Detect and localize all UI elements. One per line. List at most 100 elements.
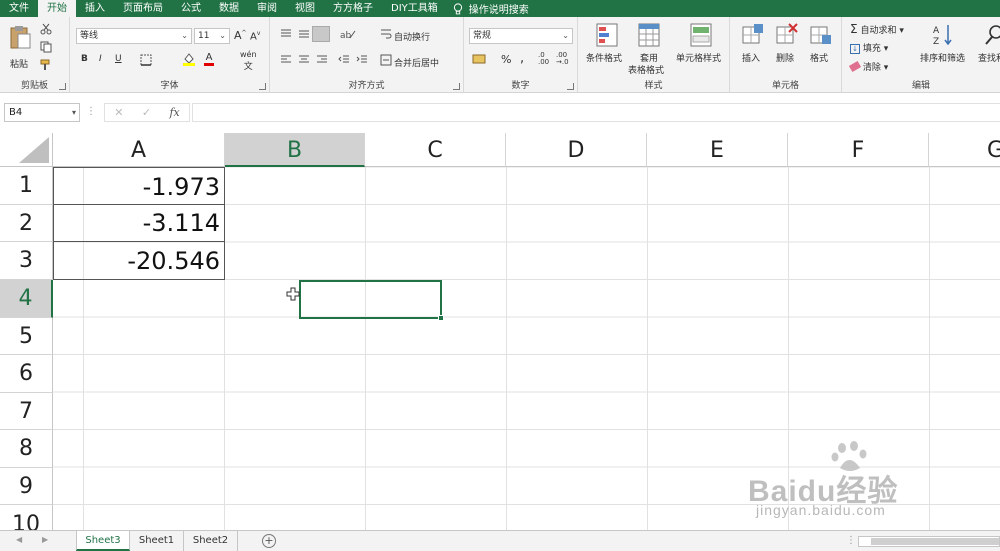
- grow-font-button[interactable]: A^: [234, 29, 247, 42]
- name-box[interactable]: B4 ▾: [4, 103, 80, 122]
- increase-indent-icon[interactable]: [356, 55, 368, 65]
- percent-button[interactable]: %: [501, 53, 511, 66]
- cell-a1[interactable]: -1.973: [53, 167, 225, 205]
- insert-function-icon[interactable]: fx: [169, 106, 179, 119]
- cut-icon[interactable]: [40, 23, 52, 35]
- row-header-7[interactable]: 7: [0, 393, 53, 430]
- font-color-button[interactable]: A: [204, 52, 214, 66]
- format-painter-icon[interactable]: [40, 59, 52, 71]
- cell-a2[interactable]: -3.114: [53, 205, 225, 242]
- menu-tab-page-layout[interactable]: 页面布局: [114, 0, 172, 17]
- column-header-g[interactable]: G: [929, 133, 1000, 167]
- fill-color-icon[interactable]: [182, 52, 196, 66]
- merge-center-label[interactable]: 合并后居中: [394, 56, 439, 69]
- sheet-tab-sheet2[interactable]: Sheet2: [184, 531, 238, 551]
- row-header-10[interactable]: 10: [0, 505, 53, 530]
- menu-tab-fangfang[interactable]: 方方格子: [324, 0, 382, 17]
- copy-icon[interactable]: [40, 41, 52, 53]
- find-select-button[interactable]: 查找和: [978, 23, 1000, 71]
- align-top-icon[interactable]: [280, 29, 292, 39]
- decrease-indent-icon[interactable]: [338, 55, 350, 65]
- menu-tab-view[interactable]: 视图: [286, 0, 324, 17]
- number-launcher[interactable]: [567, 83, 574, 90]
- group-editing: Σ 自动求和 ▾ ↓ 填充 ▾ 清除 ▾ AZ 排序和筛选 查找和 编辑: [842, 17, 1000, 93]
- sheet-tab-sheet1[interactable]: Sheet1: [130, 531, 184, 551]
- sheet-next-icon[interactable]: ▶: [42, 535, 48, 544]
- horizontal-scrollbar[interactable]: [858, 536, 1000, 547]
- column-header-e[interactable]: E: [647, 133, 788, 167]
- menu-tab-insert[interactable]: 插入: [76, 0, 114, 17]
- sheet-prev-icon[interactable]: ◀: [16, 535, 22, 544]
- align-left-icon[interactable]: [280, 55, 292, 65]
- cell-a3[interactable]: -20.546: [53, 242, 225, 280]
- font-name-select[interactable]: 等线 ⌄: [76, 28, 192, 44]
- increase-decimal-button[interactable]: .0.00: [538, 52, 549, 66]
- clear-button[interactable]: 清除 ▾: [848, 60, 888, 73]
- row-header-2[interactable]: 2: [0, 205, 53, 242]
- shrink-font-button[interactable]: Av: [250, 30, 260, 42]
- font-launcher[interactable]: [259, 83, 266, 90]
- scrollbar-thumb[interactable]: [871, 538, 999, 545]
- number-format-select[interactable]: 常规 ⌄: [469, 28, 573, 44]
- tab-splitter[interactable]: ⋮: [846, 535, 856, 546]
- wrap-text-icon[interactable]: [380, 28, 392, 40]
- paste-button[interactable]: 粘贴: [6, 23, 34, 71]
- delete-cells-button[interactable]: 删除: [772, 23, 802, 71]
- insert-cells-button[interactable]: 插入: [738, 23, 768, 71]
- row-header-4[interactable]: 4: [0, 280, 53, 318]
- decrease-decimal-button[interactable]: .00 →.0: [556, 52, 569, 66]
- row-header-5[interactable]: 5: [0, 318, 53, 355]
- select-all-button[interactable]: [0, 133, 53, 167]
- comma-button[interactable]: ,: [520, 51, 524, 66]
- cell-styles-label: 单元格样式: [676, 54, 722, 64]
- orientation-icon[interactable]: ab: [340, 28, 356, 40]
- align-center-icon[interactable]: [298, 55, 310, 65]
- menu-tab-formulas[interactable]: 公式: [172, 0, 210, 17]
- clipboard-launcher[interactable]: [59, 83, 66, 90]
- font-size-select[interactable]: 11 ⌄: [194, 28, 230, 44]
- sheet-tab-sheet3[interactable]: Sheet3: [76, 531, 130, 551]
- column-header-a[interactable]: A: [53, 133, 225, 167]
- merge-center-icon[interactable]: [380, 54, 392, 66]
- enter-icon[interactable]: ✓: [142, 106, 151, 119]
- column-header-c[interactable]: C: [365, 133, 506, 167]
- sort-filter-button[interactable]: AZ 排序和筛选: [918, 23, 968, 71]
- row-header-9[interactable]: 9: [0, 468, 53, 505]
- menu-tab-data[interactable]: 数据: [210, 0, 248, 17]
- column-header-b[interactable]: B: [225, 133, 365, 167]
- phonetic-button[interactable]: wén 文: [240, 50, 257, 72]
- column-header-f[interactable]: F: [788, 133, 929, 167]
- currency-icon[interactable]: [472, 53, 486, 65]
- fill-handle[interactable]: [438, 315, 444, 321]
- cancel-icon[interactable]: ✕: [114, 106, 123, 119]
- row-header-6[interactable]: 6: [0, 355, 53, 393]
- tell-me-search[interactable]: 操作说明搜索: [453, 0, 529, 17]
- italic-button[interactable]: I: [99, 54, 102, 64]
- menu-tab-review[interactable]: 审阅: [248, 0, 286, 17]
- formula-input[interactable]: [192, 103, 1000, 122]
- borders-icon[interactable]: [140, 54, 152, 66]
- align-bottom-button[interactable]: [312, 26, 330, 42]
- cell-styles-button[interactable]: 单元格样式: [674, 23, 728, 71]
- formula-bar-splitter[interactable]: ⋮: [86, 106, 96, 117]
- row-header-8[interactable]: 8: [0, 430, 53, 468]
- row-header-3[interactable]: 3: [0, 242, 53, 280]
- format-cells-button[interactable]: 格式: [806, 23, 836, 71]
- add-sheet-button[interactable]: +: [262, 534, 276, 548]
- conditional-format-button[interactable]: 条件格式: [584, 23, 628, 71]
- menu-tab-diy-toolbox[interactable]: DIY工具箱: [382, 0, 447, 17]
- bold-button[interactable]: B: [81, 54, 88, 64]
- column-header-d[interactable]: D: [506, 133, 647, 167]
- alignment-launcher[interactable]: [453, 83, 460, 90]
- menu-tab-home[interactable]: 开始: [38, 0, 76, 17]
- menu-tab-file[interactable]: 文件: [0, 0, 38, 17]
- wrap-text-label[interactable]: 自动换行: [394, 30, 430, 43]
- row-header-1[interactable]: 1: [0, 167, 53, 205]
- fill-button[interactable]: ↓ 填充 ▾: [850, 41, 888, 54]
- underline-button[interactable]: U: [115, 54, 122, 64]
- autosum-button[interactable]: Σ 自动求和 ▾: [850, 22, 904, 36]
- align-right-icon[interactable]: [316, 55, 328, 65]
- active-cell-selection[interactable]: [299, 280, 444, 321]
- align-middle-icon[interactable]: [298, 29, 310, 39]
- format-as-table-button[interactable]: 套用 表格格式: [626, 23, 670, 79]
